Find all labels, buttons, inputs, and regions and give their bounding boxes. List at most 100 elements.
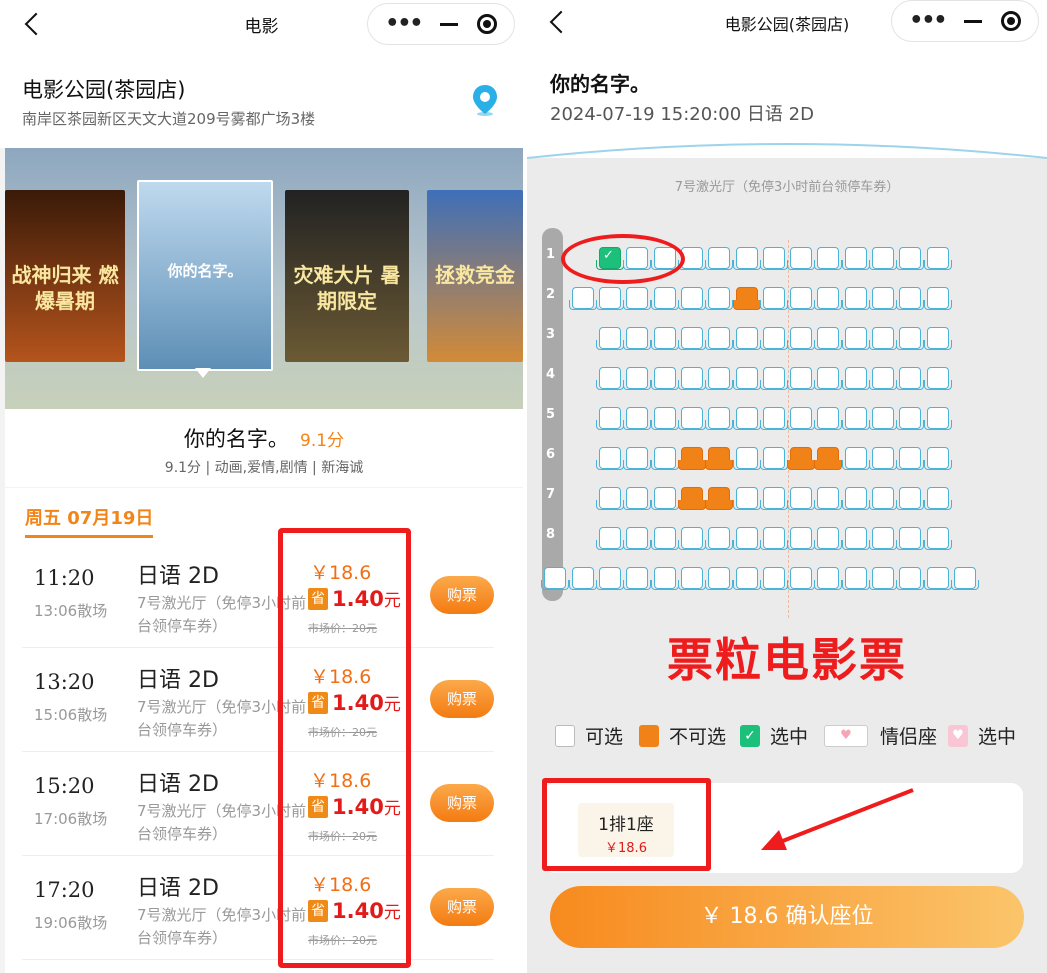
seat-available[interactable]: [869, 567, 897, 590]
seat-available[interactable]: [869, 487, 897, 510]
seat-available[interactable]: [923, 247, 952, 270]
seat-available[interactable]: [841, 527, 870, 550]
seat-available[interactable]: [677, 287, 706, 310]
seat-available[interactable]: [650, 327, 679, 350]
seat-sold[interactable]: [814, 447, 843, 470]
seat-available[interactable]: [814, 247, 843, 270]
seat-available[interactable]: [841, 287, 870, 310]
more-icon[interactable]: •••: [385, 13, 423, 35]
seat-available[interactable]: [869, 367, 897, 390]
seat-available[interactable]: [650, 447, 679, 470]
confirm-seat-button[interactable]: ￥ 18.6 确认座位: [550, 886, 1024, 948]
buy-ticket-button[interactable]: 购票: [430, 784, 494, 822]
seat-available[interactable]: [650, 527, 679, 550]
seat-available[interactable]: [869, 447, 897, 470]
seat-available[interactable]: [869, 407, 897, 430]
seat-available[interactable]: [677, 567, 706, 590]
seat-available[interactable]: [787, 327, 816, 350]
seat-available[interactable]: [705, 247, 734, 270]
buy-ticket-button[interactable]: 购票: [430, 576, 494, 614]
close-target-icon[interactable]: [476, 14, 497, 34]
seat-available[interactable]: [759, 567, 788, 590]
seat-available[interactable]: [623, 447, 652, 470]
seat-available[interactable]: [896, 567, 925, 590]
seat-sold[interactable]: [705, 487, 734, 510]
seat-available[interactable]: [869, 287, 897, 310]
seat-available[interactable]: [841, 447, 870, 470]
buy-ticket-button[interactable]: 购票: [430, 888, 494, 926]
seat-available[interactable]: [732, 327, 761, 350]
seat-sold[interactable]: [787, 447, 816, 470]
seat-available[interactable]: [923, 487, 952, 510]
seat-available[interactable]: [650, 567, 679, 590]
showtime-row[interactable]: 13:20 15:06散场 日语 2D 7号激光厅（免停3小时前台领停车券） ￥…: [22, 648, 494, 752]
seat-available[interactable]: [787, 367, 816, 390]
seat-available[interactable]: [923, 327, 952, 350]
seat-available[interactable]: [787, 527, 816, 550]
seat-available[interactable]: [650, 487, 679, 510]
seat-available[interactable]: [814, 567, 843, 590]
seat-available[interactable]: [596, 367, 624, 390]
showtime-row[interactable]: 11:20 13:06散场 日语 2D 7号激光厅（免停3小时前台领停车券） ￥…: [22, 544, 494, 648]
seat-available[interactable]: [596, 567, 624, 590]
seat-available[interactable]: [896, 287, 925, 310]
seat-available[interactable]: [596, 327, 624, 350]
seat-available[interactable]: [541, 567, 570, 590]
poster-2[interactable]: 你的名字。: [137, 180, 273, 371]
seat-available[interactable]: [841, 247, 870, 270]
seat-available[interactable]: [732, 447, 761, 470]
seat-available[interactable]: [623, 327, 652, 350]
seat-available[interactable]: [705, 367, 734, 390]
seat-available[interactable]: [732, 407, 761, 430]
minimize-icon[interactable]: [964, 19, 983, 23]
seat-available[interactable]: [787, 407, 816, 430]
seat-available[interactable]: [814, 407, 843, 430]
seat-available[interactable]: [896, 447, 925, 470]
seat-available[interactable]: [841, 407, 870, 430]
seat-available[interactable]: [923, 567, 952, 590]
poster-4[interactable]: 拯救竞金: [427, 190, 523, 362]
seat-available[interactable]: [869, 327, 897, 350]
seat-available[interactable]: [896, 407, 925, 430]
seat-available[interactable]: [759, 447, 788, 470]
seat-available[interactable]: [568, 567, 597, 590]
seat-available[interactable]: [787, 247, 816, 270]
seat-available[interactable]: [759, 287, 788, 310]
seat-available[interactable]: [705, 407, 734, 430]
showtime-row[interactable]: 17:20 19:06散场 日语 2D 7号激光厅（免停3小时前台领停车券） ￥…: [22, 856, 494, 960]
seat-available[interactable]: [732, 487, 761, 510]
seat-available[interactable]: [950, 567, 979, 590]
seat-available[interactable]: [814, 327, 843, 350]
buy-ticket-button[interactable]: 购票: [430, 680, 494, 718]
seat-available[interactable]: [759, 487, 788, 510]
seat-available[interactable]: [787, 567, 816, 590]
seat-available[interactable]: [841, 367, 870, 390]
seat-sold[interactable]: [677, 447, 706, 470]
seat-available[interactable]: [759, 367, 788, 390]
close-target-icon[interactable]: [1000, 11, 1021, 31]
seat-available[interactable]: [596, 447, 624, 470]
seat-available[interactable]: [896, 487, 925, 510]
seat-available[interactable]: [923, 447, 952, 470]
seat-sold[interactable]: [732, 287, 761, 310]
seat-available[interactable]: [650, 287, 679, 310]
seat-available[interactable]: [596, 527, 624, 550]
seat-available[interactable]: [896, 527, 925, 550]
seat-available[interactable]: [650, 367, 679, 390]
seat-available[interactable]: [814, 367, 843, 390]
seat-available[interactable]: [596, 287, 624, 310]
seat-available[interactable]: [896, 367, 925, 390]
seat-available[interactable]: [787, 487, 816, 510]
seat-available[interactable]: [677, 407, 706, 430]
seat-available[interactable]: [923, 287, 952, 310]
minimize-icon[interactable]: [440, 22, 459, 26]
seat-available[interactable]: [623, 407, 652, 430]
seat-available[interactable]: [677, 527, 706, 550]
seat-available[interactable]: [623, 567, 652, 590]
seat-sold[interactable]: [705, 447, 734, 470]
seat-available[interactable]: [869, 247, 897, 270]
seat-available[interactable]: [732, 247, 761, 270]
seat-available[interactable]: [705, 567, 734, 590]
seat-available[interactable]: [705, 527, 734, 550]
seat-available[interactable]: [759, 327, 788, 350]
